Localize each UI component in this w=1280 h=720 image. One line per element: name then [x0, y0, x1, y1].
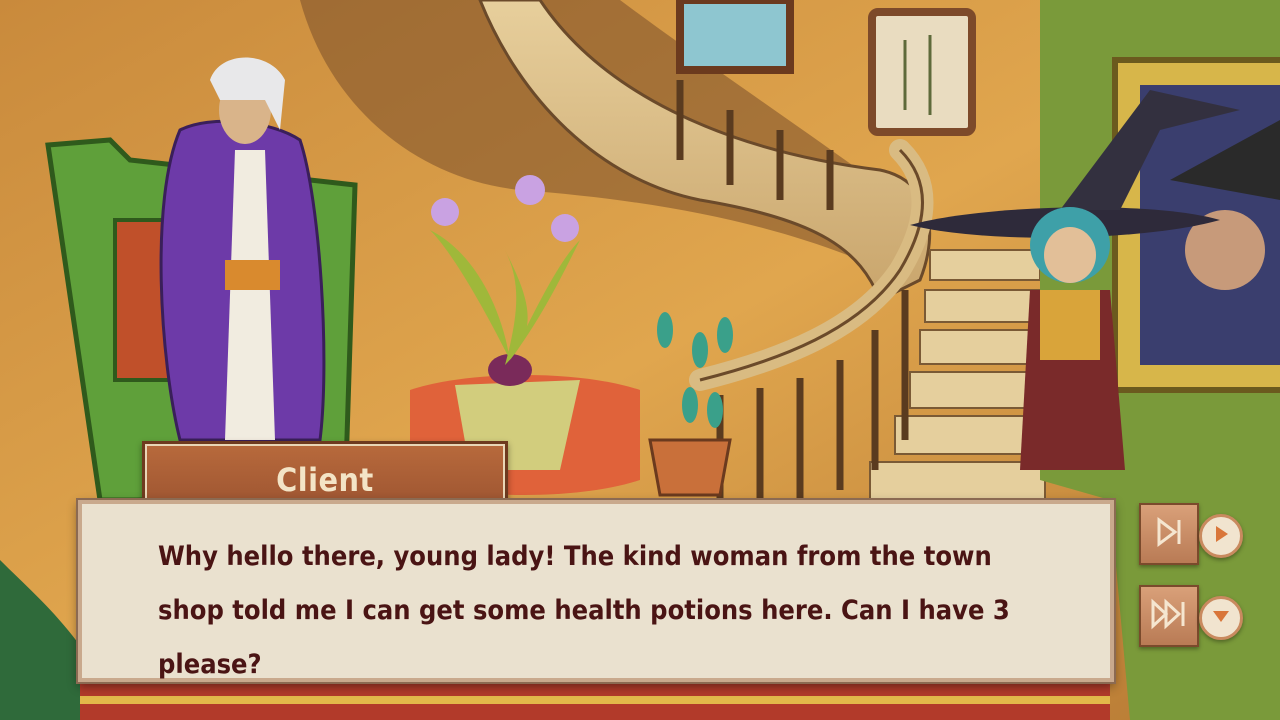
step-button[interactable] [1139, 503, 1199, 565]
skip-next-icon [1155, 516, 1183, 552]
play-button[interactable] [1199, 514, 1243, 558]
arrow-down-icon [1211, 608, 1231, 628]
fast-forward-button[interactable] [1139, 585, 1199, 647]
speaker-name: Client [276, 461, 374, 499]
dialogue-box[interactable]: Why hello there, young lady! The kind wo… [78, 500, 1114, 682]
hide-dialogue-button[interactable] [1199, 596, 1243, 640]
play-icon [1212, 524, 1230, 548]
dialogue-text: Why hello there, young lady! The kind wo… [158, 541, 1010, 680]
fast-forward-icon [1150, 598, 1188, 634]
